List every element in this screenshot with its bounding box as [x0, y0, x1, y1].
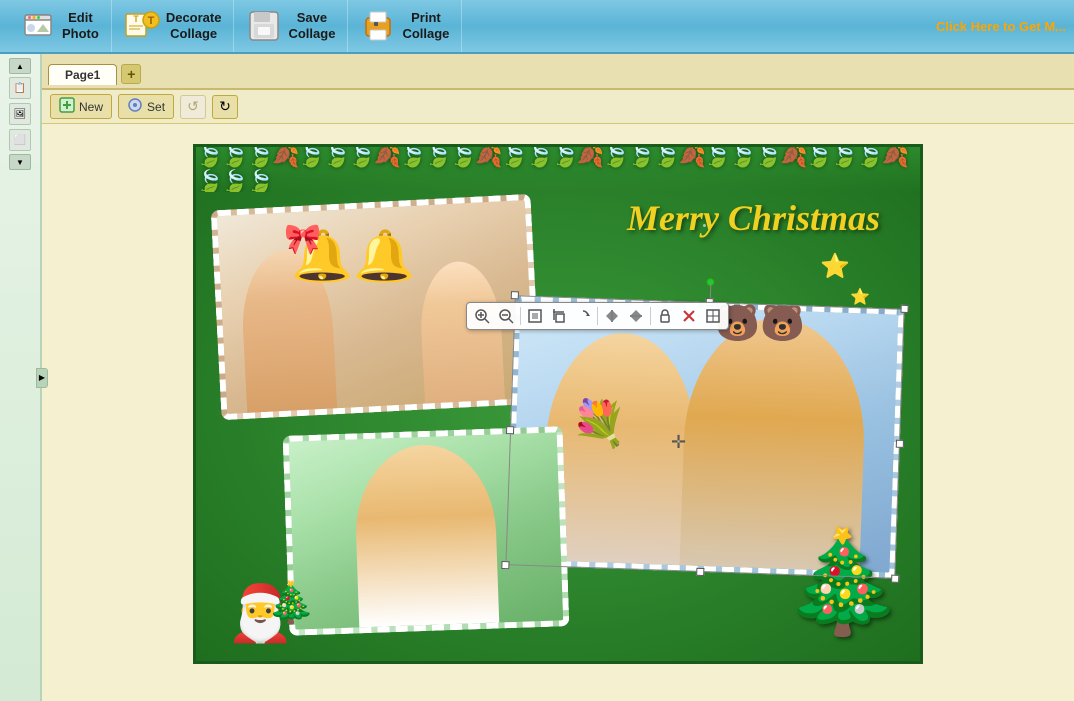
merry-christmas-text: Merry Christmas [627, 197, 880, 239]
left-sidebar: ▲ 📋 🖼 ⬜ ▼ ▶ [0, 54, 42, 701]
print-collage-icon [360, 8, 396, 44]
star-decoration-1: ⭐ [820, 252, 850, 281]
collage-canvas[interactable]: 🍃🍃🍃🍂🍃🍃🍃🍂🍃🍃🍃🍂🍃🍃🍃🍂🍃🍃🍃🍂🍃🍃🍃🍂🍃🍃🍃🍂🍃🍃🍃 Merry Ch… [193, 144, 923, 664]
secondary-toolbar: New Set ↺ ↻ [42, 90, 1074, 124]
rotate-cw-button[interactable] [572, 305, 594, 327]
zoom-out-button[interactable] [495, 305, 517, 327]
candy-cane-decoration: 🎄 [266, 579, 316, 626]
set-label: Set [147, 100, 165, 114]
star-decoration-2: ⭐ [850, 287, 870, 307]
flip-h-button[interactable] [601, 305, 623, 327]
lock-button[interactable] [654, 305, 676, 327]
promo-link[interactable]: Click Here to Get M... [936, 19, 1066, 34]
sidebar-item-3[interactable]: ⬜ [9, 129, 31, 151]
new-label: New [79, 100, 103, 114]
print-collage-label: Print Collage [402, 10, 449, 41]
wreath-decoration: 💐 [571, 397, 627, 450]
holly-leaves: 🍃🍃🍃🍂🍃🍃🍃🍂🍃🍃🍃🍂🍃🍃🍃🍂🍃🍃🍃🍂🍃🍃🍃🍂🍃🍃🍃🍂🍃🍃🍃 [196, 147, 920, 192]
svg-text:T: T [133, 14, 139, 24]
save-collage-icon [246, 8, 282, 44]
photo-frame-outdoor-girl[interactable] [283, 426, 570, 636]
set-icon [127, 97, 143, 116]
fit-button[interactable] [524, 305, 546, 327]
decorate-collage-icon: T T [124, 8, 160, 44]
new-button[interactable]: New [50, 94, 112, 119]
print-collage-button[interactable]: Print Collage [348, 0, 462, 52]
main-area: ▲ 📋 🖼 ⬜ ▼ ▶ Page1 + New [0, 54, 1074, 701]
sidebar-scroll-down[interactable]: ▼ [9, 154, 31, 170]
undo-button[interactable]: ↺ [180, 95, 206, 119]
tab-bar: Page1 + [42, 54, 1074, 90]
sidebar-item-2[interactable]: 🖼 [9, 103, 31, 125]
content-area: Page1 + New [42, 54, 1074, 701]
edit-photo-label: Edit Photo [62, 10, 99, 41]
decorate-collage-label: Decorate Collage [166, 10, 222, 41]
photo-edit-toolbar [466, 302, 729, 330]
edit-photo-button[interactable]: Edit Photo [8, 0, 112, 52]
sidebar-scroll-up[interactable]: ▲ [9, 58, 31, 74]
save-collage-label: Save Collage [288, 10, 335, 41]
svg-text:T: T [147, 15, 154, 27]
sidebar-item-1[interactable]: 📋 [9, 77, 31, 99]
sidebar-expand-arrow[interactable]: ▶ [36, 368, 48, 388]
photo-outdoor-girl-content [289, 432, 563, 629]
redo-button[interactable]: ↻ [212, 95, 238, 119]
save-collage-button[interactable]: Save Collage [234, 0, 348, 52]
crop-button[interactable] [548, 305, 570, 327]
top-toolbar: Edit Photo T T Decorate Collage Save Col… [0, 0, 1074, 54]
toolbar-separator-1 [520, 307, 521, 325]
set-button[interactable]: Set [118, 94, 174, 119]
christmas-tree-decoration: 🎄 [780, 524, 905, 641]
decorate-collage-button[interactable]: T T Decorate Collage [112, 0, 235, 52]
toolbar-separator-2 [597, 307, 598, 325]
toolbar-separator-3 [650, 307, 651, 325]
expand-button[interactable] [702, 305, 724, 327]
add-page-button[interactable]: + [121, 64, 141, 84]
new-icon [59, 97, 75, 116]
edit-photo-icon [20, 8, 56, 44]
bow-decoration: 🎀 [284, 222, 321, 257]
close-button[interactable] [678, 305, 700, 327]
flip-v-button[interactable] [625, 305, 647, 327]
tab-page1[interactable]: Page1 [48, 64, 117, 85]
holly-top-border: 🍃🍃🍃🍂🍃🍃🍃🍂🍃🍃🍃🍂🍃🍃🍃🍂🍃🍃🍃🍂🍃🍃🍃🍂🍃🍃🍃🍂🍃🍃🍃 [196, 147, 920, 192]
canvas-area[interactable]: 🍃🍃🍃🍂🍃🍃🍃🍂🍃🍃🍃🍂🍃🍃🍃🍂🍃🍃🍃🍂🍃🍃🍃🍂🍃🍃🍃🍂🍃🍃🍃 Merry Ch… [42, 124, 1074, 701]
zoom-in-button[interactable] [471, 305, 493, 327]
